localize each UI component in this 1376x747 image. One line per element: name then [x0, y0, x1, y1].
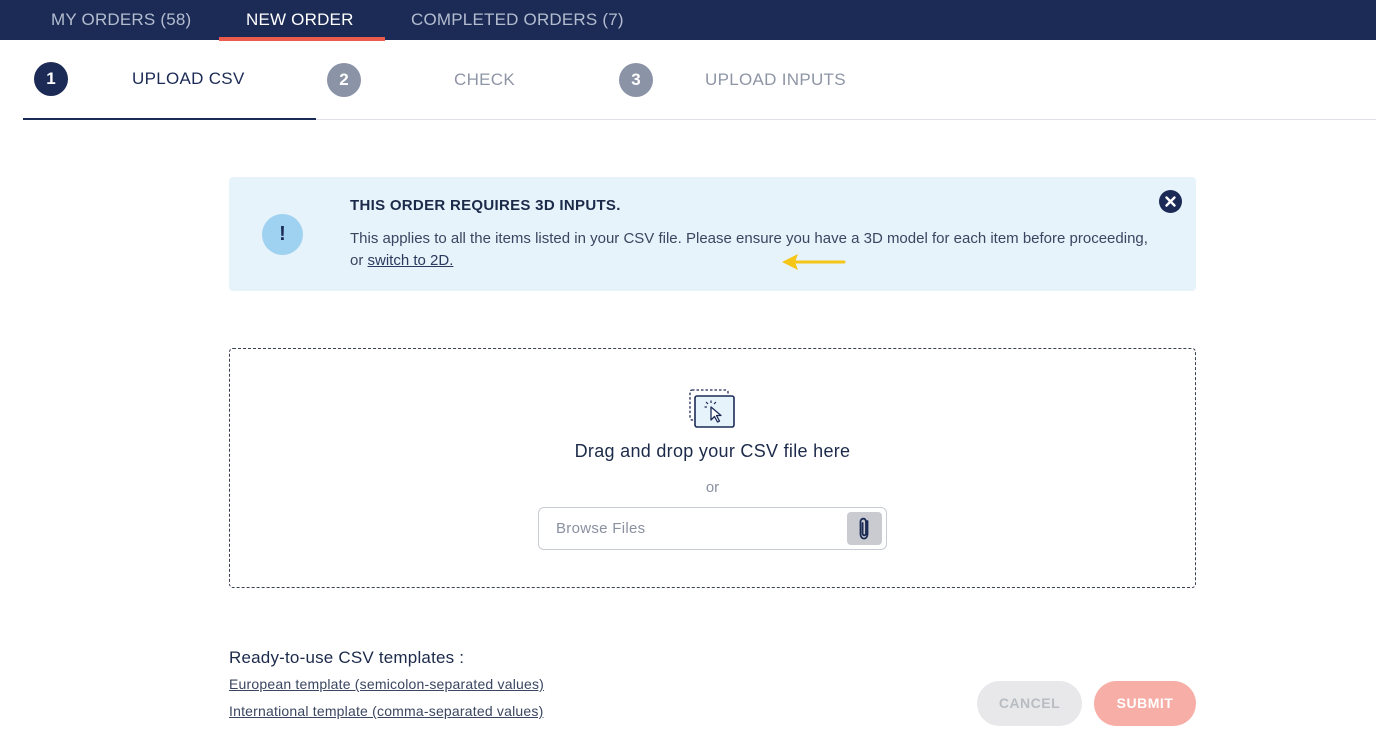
browse-files-placeholder: Browse Files: [556, 520, 646, 537]
international-template-link[interactable]: International template (comma-separated …: [229, 703, 543, 719]
templates-title: Ready-to-use CSV templates :: [229, 648, 465, 667]
banner-body: This applies to all the items listed in …: [350, 228, 1150, 272]
info-banner: ! THIS ORDER REQUIRES 3D INPUTS. This ap…: [229, 177, 1196, 291]
banner-title: THIS ORDER REQUIRES 3D INPUTS.: [350, 197, 621, 214]
step-3-label: UPLOAD INPUTS: [705, 70, 846, 89]
step-3-number: 3: [619, 63, 653, 97]
step-1-number: 1: [34, 62, 68, 96]
order-stepper: 1 UPLOAD CSV 2 CHECK 3 UPLOAD INPUTS: [0, 40, 1376, 120]
drag-drop-icon: [689, 389, 735, 428]
paperclip-icon[interactable]: [847, 512, 882, 545]
dropzone-text: Drag and drop your CSV file here: [574, 441, 851, 461]
step-2-number: 2: [327, 63, 361, 97]
dropzone-or-text: or: [705, 479, 720, 496]
banner-body-text: This applies to all the items listed in …: [350, 230, 1148, 269]
top-nav: MY ORDERS (58) NEW ORDER COMPLETED ORDER…: [0, 0, 1376, 41]
tab-completed-orders[interactable]: COMPLETED ORDERS (7): [411, 0, 624, 40]
cancel-button[interactable]: CANCEL: [977, 681, 1082, 726]
step-1-label: UPLOAD CSV: [132, 69, 245, 88]
csv-dropzone[interactable]: Drag and drop your CSV file here or Brow…: [229, 348, 1196, 588]
exclamation-icon: !: [262, 214, 303, 255]
step-2-label: CHECK: [454, 70, 516, 89]
active-step-indicator: [23, 118, 316, 120]
tab-new-order[interactable]: NEW ORDER: [246, 0, 354, 40]
arrow-annotation-icon: [782, 254, 846, 270]
close-icon[interactable]: [1159, 190, 1182, 213]
tab-my-orders[interactable]: MY ORDERS (58): [51, 0, 191, 40]
browse-files-input[interactable]: Browse Files: [538, 507, 887, 550]
european-template-link[interactable]: European template (semicolon-separated v…: [229, 676, 544, 692]
switch-to-2d-link[interactable]: switch to 2D.: [368, 252, 454, 269]
submit-button[interactable]: SUBMIT: [1094, 681, 1196, 726]
